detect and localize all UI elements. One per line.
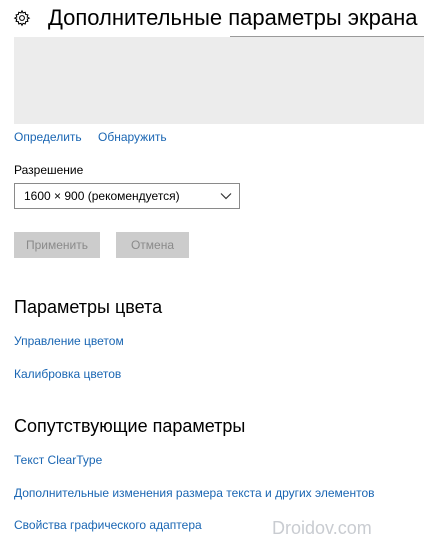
color-calibration-link[interactable]: Калибровка цветов [14, 366, 121, 382]
graphics-adapter-properties-link[interactable]: Свойства графического адаптера [14, 517, 202, 533]
detect-link[interactable]: Обнаружить [98, 129, 167, 145]
cleartype-text-link[interactable]: Текст ClearType [14, 452, 102, 468]
gear-icon [13, 9, 31, 27]
related-settings-heading: Сопутствующие параметры [14, 416, 246, 436]
page-title: Дополнительные параметры экрана [48, 5, 418, 30]
resolution-label: Разрешение [14, 163, 84, 177]
color-settings-heading: Параметры цвета [14, 297, 163, 317]
display-preview-area[interactable] [14, 37, 424, 124]
chevron-down-icon [220, 193, 232, 200]
identify-link[interactable]: Определить [14, 129, 82, 145]
color-management-link[interactable]: Управление цветом [14, 333, 124, 349]
resolution-selected-value: 1600 × 900 (рекомендуется) [24, 189, 180, 203]
resolution-dropdown[interactable]: 1600 × 900 (рекомендуется) [14, 183, 240, 209]
apply-button[interactable]: Применить [14, 232, 100, 258]
page-header: Дополнительные параметры экрана [0, 0, 424, 40]
watermark: Droidov.com [272, 518, 372, 538]
advanced-text-sizing-link[interactable]: Дополнительные изменения размера текста … [14, 485, 375, 501]
cancel-button[interactable]: Отмена [116, 232, 189, 258]
